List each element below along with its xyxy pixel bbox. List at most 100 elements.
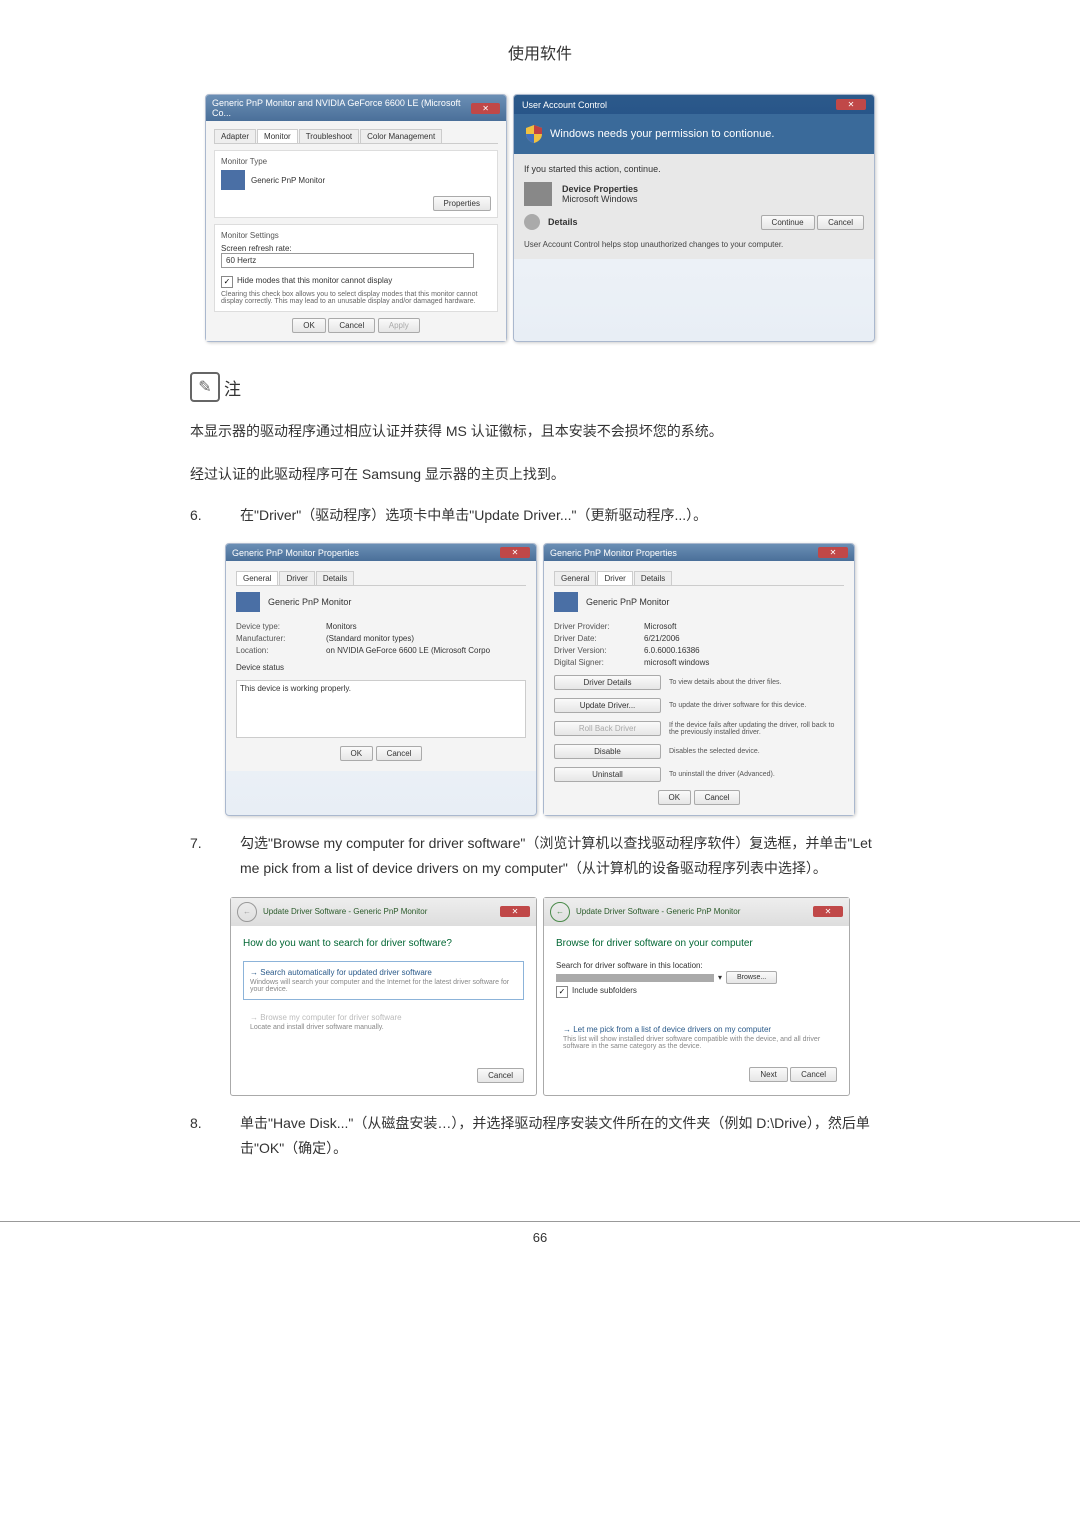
step-number-7: 7. bbox=[190, 831, 220, 881]
roll-back-button[interactable]: Roll Back Driver bbox=[554, 721, 661, 736]
tab-driver[interactable]: Driver bbox=[597, 571, 632, 585]
tab-monitor[interactable]: Monitor bbox=[257, 129, 298, 143]
wizard-nav-title: Update Driver Software - Generic PnP Mon… bbox=[576, 907, 740, 916]
device-status-label: Device status bbox=[236, 663, 526, 672]
properties-button[interactable]: Properties bbox=[433, 196, 491, 211]
ok-button[interactable]: OK bbox=[658, 790, 692, 805]
location-input[interactable] bbox=[556, 974, 714, 982]
tab-general[interactable]: General bbox=[236, 571, 278, 585]
tab-troubleshoot[interactable]: Troubleshoot bbox=[299, 129, 359, 143]
cancel-button[interactable]: Cancel bbox=[817, 215, 864, 230]
tab-details[interactable]: Details bbox=[316, 571, 354, 585]
monitor-icon bbox=[554, 592, 578, 612]
next-button[interactable]: Next bbox=[749, 1067, 787, 1082]
device-name: Generic PnP Monitor bbox=[586, 597, 669, 607]
tab-adapter[interactable]: Adapter bbox=[214, 129, 256, 143]
update-driver-button[interactable]: Update Driver... bbox=[554, 698, 661, 713]
cancel-button[interactable]: Cancel bbox=[376, 746, 423, 761]
option-let-me-pick[interactable]: → Let me pick from a list of device driv… bbox=[556, 1018, 837, 1057]
option-search-auto[interactable]: → Search automatically for updated drive… bbox=[243, 961, 524, 1000]
hide-modes-label: Hide modes that this monitor cannot disp… bbox=[237, 276, 392, 285]
close-icon[interactable]: ✕ bbox=[471, 103, 500, 114]
shield-icon bbox=[524, 124, 544, 144]
page-header: 使用软件 bbox=[0, 40, 1080, 64]
step-text-6: 在"Driver"（驱动程序）选项卡中单击"Update Driver..."（… bbox=[240, 503, 707, 528]
page-number: 66 bbox=[0, 1221, 1080, 1245]
hide-modes-desc: Clearing this check box allows you to se… bbox=[221, 291, 491, 305]
device-icon bbox=[524, 182, 552, 206]
properties-driver-dialog: Generic PnP Monitor Properties ✕ General… bbox=[543, 543, 855, 816]
device-name: Generic PnP Monitor bbox=[268, 597, 351, 607]
location-label: Location: bbox=[236, 646, 326, 655]
search-location-label: Search for driver software in this locat… bbox=[556, 961, 837, 970]
version-value: 6.0.6000.16386 bbox=[644, 646, 700, 655]
cancel-button[interactable]: Cancel bbox=[694, 790, 741, 805]
monitor-settings-label: Monitor Settings bbox=[221, 231, 491, 240]
wizard-browse-dialog: ← Update Driver Software - Generic PnP M… bbox=[543, 897, 850, 1096]
ok-button[interactable]: OK bbox=[340, 746, 374, 761]
monitor-name: Generic PnP Monitor bbox=[251, 176, 325, 185]
dialog-title: Generic PnP Monitor and NVIDIA GeForce 6… bbox=[212, 98, 471, 118]
refresh-rate-label: Screen refresh rate: bbox=[221, 244, 491, 253]
roll-back-desc: If the device fails after updating the d… bbox=[669, 722, 844, 736]
wizard-search-dialog: ← Update Driver Software - Generic PnP M… bbox=[230, 897, 537, 1096]
uac-dialog: User Account Control ✕ Windows needs you… bbox=[513, 94, 875, 342]
details-label[interactable]: Details bbox=[548, 217, 578, 227]
close-icon[interactable]: ✕ bbox=[500, 547, 530, 558]
signer-value: microsoft windows bbox=[644, 658, 709, 667]
note-icon: ✎ bbox=[190, 372, 220, 402]
body-para-1: 本显示器的驱动程序通过相应认证并获得 MS 认证徽标，且本安装不会损坏您的系统。 bbox=[190, 417, 890, 445]
wizard-heading: Browse for driver software on your compu… bbox=[556, 938, 837, 949]
manufacturer-value: (Standard monitor types) bbox=[326, 634, 414, 643]
tab-general[interactable]: General bbox=[554, 571, 596, 585]
date-value: 6/21/2006 bbox=[644, 634, 680, 643]
device-properties-label: Device Properties bbox=[562, 184, 638, 194]
dialog-title: Generic PnP Monitor Properties bbox=[232, 548, 359, 558]
cancel-button[interactable]: Cancel bbox=[790, 1067, 837, 1082]
wizard-heading: How do you want to search for driver sof… bbox=[243, 938, 524, 949]
note-label: 注 bbox=[224, 375, 241, 400]
uninstall-button[interactable]: Uninstall bbox=[554, 767, 661, 782]
body-para-2: 经过认证的此驱动程序可在 Samsung 显示器的主页上找到。 bbox=[190, 460, 890, 488]
close-icon[interactable]: ✕ bbox=[500, 906, 530, 917]
step-text-8: 单击"Have Disk..."（从磁盘安装…），并选择驱动程序安装文件所在的文… bbox=[240, 1111, 890, 1161]
provider-value: Microsoft bbox=[644, 622, 676, 631]
option-browse[interactable]: → Browse my computer for driver software… bbox=[243, 1006, 524, 1038]
wizard-nav-title: Update Driver Software - Generic PnP Mon… bbox=[263, 907, 427, 916]
monitor-type-label: Monitor Type bbox=[221, 157, 491, 166]
chevron-down-icon[interactable] bbox=[524, 214, 540, 230]
browse-button[interactable]: Browse... bbox=[726, 971, 777, 984]
update-driver-desc: To update the driver software for this d… bbox=[669, 702, 844, 709]
include-subfolders-checkbox[interactable] bbox=[556, 986, 568, 998]
uac-title: User Account Control bbox=[522, 100, 607, 110]
option-search-auto-desc: Windows will search your computer and th… bbox=[250, 979, 517, 993]
monitor-settings-dialog: Generic PnP Monitor and NVIDIA GeForce 6… bbox=[205, 94, 507, 342]
ok-button[interactable]: OK bbox=[292, 318, 326, 333]
close-icon[interactable]: ✕ bbox=[813, 906, 843, 917]
tab-details[interactable]: Details bbox=[634, 571, 672, 585]
driver-details-desc: To view details about the driver files. bbox=[669, 679, 844, 686]
tab-color[interactable]: Color Management bbox=[360, 129, 442, 143]
tab-driver[interactable]: Driver bbox=[279, 571, 314, 585]
close-icon[interactable]: ✕ bbox=[836, 99, 866, 110]
cancel-button[interactable]: Cancel bbox=[477, 1068, 524, 1083]
dialog-title: Generic PnP Monitor Properties bbox=[550, 548, 677, 558]
cancel-button[interactable]: Cancel bbox=[328, 318, 375, 333]
back-arrow-icon[interactable]: ← bbox=[550, 902, 570, 922]
device-type-label: Device type: bbox=[236, 622, 326, 631]
uac-footer-text: User Account Control helps stop unauthor… bbox=[524, 240, 864, 249]
step-number-6: 6. bbox=[190, 503, 220, 528]
option-browse-desc: Locate and install driver software manua… bbox=[250, 1024, 517, 1031]
close-icon[interactable]: ✕ bbox=[818, 547, 848, 558]
refresh-rate-dropdown[interactable]: 60 Hertz bbox=[221, 253, 474, 268]
device-type-value: Monitors bbox=[326, 622, 357, 631]
device-status-box: This device is working properly. bbox=[236, 680, 526, 738]
back-arrow-icon[interactable]: ← bbox=[237, 902, 257, 922]
option-let-me-pick-desc: This list will show installed driver sof… bbox=[563, 1036, 830, 1050]
hide-modes-checkbox[interactable] bbox=[221, 276, 233, 288]
disable-button[interactable]: Disable bbox=[554, 744, 661, 759]
apply-button[interactable]: Apply bbox=[378, 318, 420, 333]
uac-instruction: If you started this action, continue. bbox=[524, 164, 864, 174]
continue-button[interactable]: Continue bbox=[761, 215, 815, 230]
driver-details-button[interactable]: Driver Details bbox=[554, 675, 661, 690]
